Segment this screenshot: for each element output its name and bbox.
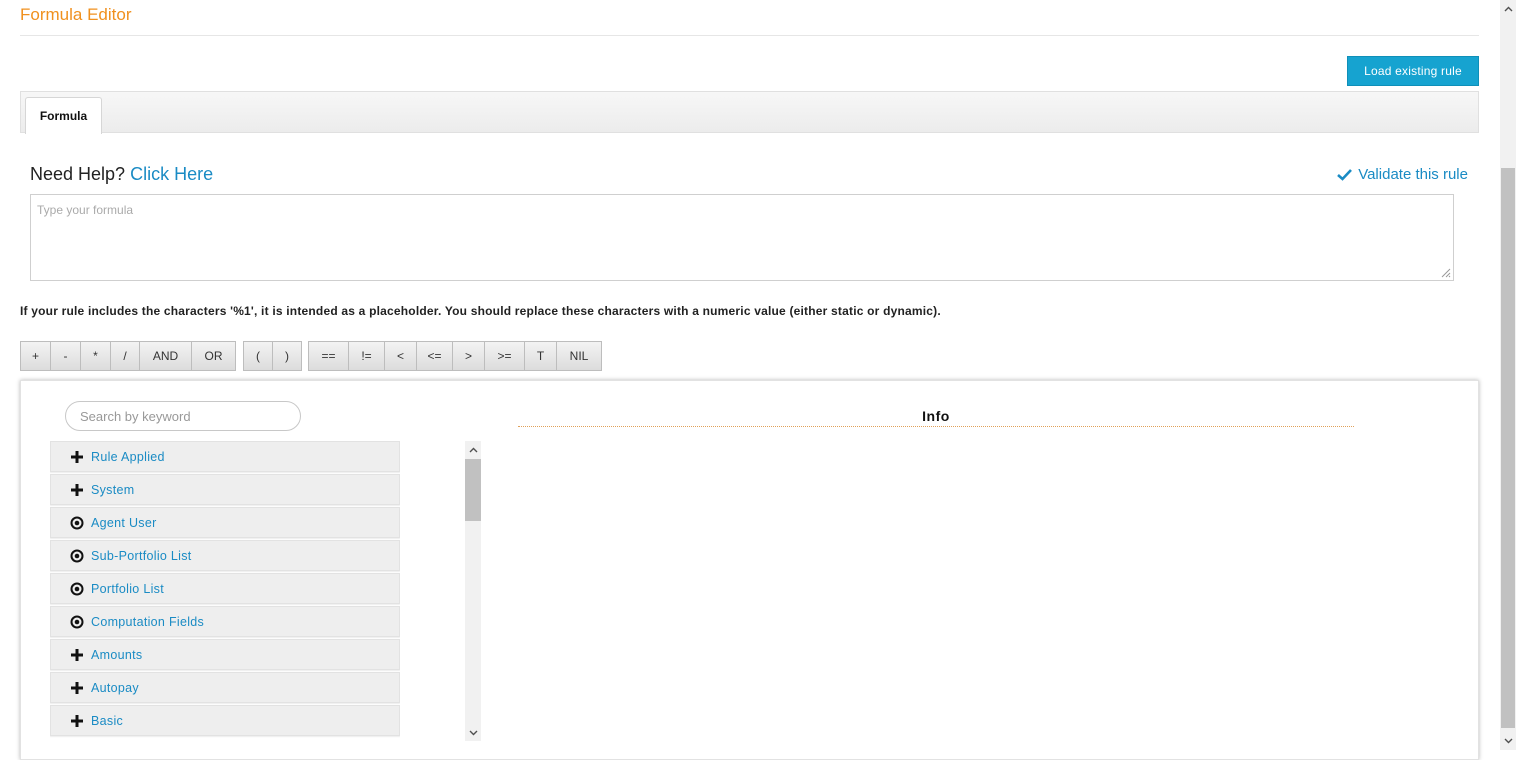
operator-open-paren-button[interactable]: (: [243, 341, 273, 371]
tree-item-portfolio-list[interactable]: Portfolio List: [50, 573, 400, 604]
operator-greater-equal-button[interactable]: >=: [484, 341, 525, 371]
page-title: Formula Editor: [20, 5, 132, 24]
plus-icon: [71, 648, 83, 661]
radio-icon: [70, 516, 84, 529]
tree-item-label: Amounts: [91, 647, 143, 662]
search-input[interactable]: [65, 401, 301, 431]
plus-icon: [71, 714, 83, 727]
tree-item-autopay[interactable]: Autopay: [50, 672, 400, 703]
formula-input[interactable]: [30, 194, 1454, 281]
radio-icon: [70, 549, 84, 562]
radio-icon: [70, 582, 84, 595]
tab-formula[interactable]: Formula: [25, 97, 102, 134]
page-scrollbar[interactable]: [1500, 0, 1516, 750]
operator-plus-button[interactable]: +: [20, 341, 51, 371]
tree-item-amounts[interactable]: Amounts: [50, 639, 400, 670]
tree-item-basic[interactable]: Basic: [50, 705, 400, 736]
operator-less-equal-button[interactable]: <=: [416, 341, 453, 371]
operator-nil-button[interactable]: NIL: [556, 341, 602, 371]
info-divider: [518, 426, 1354, 427]
title-divider: [20, 35, 1479, 36]
tree-item-sub-portfolio-list[interactable]: Sub-Portfolio List: [50, 540, 400, 571]
scroll-up-icon[interactable]: [1500, 1, 1516, 17]
tree-item-agent-user[interactable]: Agent User: [50, 507, 400, 538]
tree-item-label: Autopay: [91, 680, 139, 695]
field-tree: Rule Applied System Agent User Sub-Portf…: [50, 441, 400, 741]
tree-item-label: Sub-Portfolio List: [91, 548, 192, 563]
operator-greater-than-button[interactable]: >: [452, 341, 485, 371]
tree-item-label: Portfolio List: [91, 581, 164, 596]
placeholder-note: If your rule includes the characters '%1…: [20, 304, 941, 318]
operator-divide-button[interactable]: /: [110, 341, 140, 371]
operator-equals-button[interactable]: ==: [308, 341, 349, 371]
field-tree-scrollbar[interactable]: [465, 441, 481, 741]
validate-rule-link[interactable]: Validate this rule: [1337, 166, 1468, 183]
tree-item-label: Computation Fields: [91, 614, 205, 629]
tree-item-rule-applied[interactable]: Rule Applied: [50, 441, 400, 472]
tree-item-label: Basic: [91, 713, 124, 728]
tree-item-label: Rule Applied: [91, 449, 165, 464]
operator-multiply-button[interactable]: *: [80, 341, 111, 371]
paren-operator-group: ( ): [243, 341, 302, 371]
plus-icon: [71, 681, 83, 694]
help-link[interactable]: Click Here: [130, 164, 213, 184]
operator-minus-button[interactable]: -: [50, 341, 81, 371]
load-existing-rule-button[interactable]: Load existing rule: [1347, 56, 1479, 86]
operator-or-button[interactable]: OR: [191, 341, 236, 371]
help-prefix: Need Help?: [30, 164, 126, 184]
validate-label: Validate this rule: [1358, 166, 1468, 183]
scroll-up-icon[interactable]: [465, 442, 481, 458]
operator-true-button[interactable]: T: [524, 341, 557, 371]
scroll-down-icon[interactable]: [465, 725, 481, 741]
tree-item-computation-fields[interactable]: Computation Fields: [50, 606, 400, 637]
tree-item-label: Agent User: [91, 515, 157, 530]
resize-grip-icon[interactable]: [1441, 268, 1451, 278]
operator-close-paren-button[interactable]: ): [272, 341, 302, 371]
radio-icon: [70, 615, 84, 628]
operator-and-button[interactable]: AND: [139, 341, 192, 371]
operator-less-than-button[interactable]: <: [384, 341, 417, 371]
tree-item-label: System: [91, 482, 135, 497]
scroll-down-icon[interactable]: [1500, 733, 1516, 749]
plus-icon: [71, 483, 83, 496]
comparison-operator-group: == != < <= > >= T NIL: [308, 341, 602, 371]
arithmetic-operator-group: + - * / AND OR: [20, 341, 236, 371]
tab-bar: Formula: [20, 91, 1479, 134]
plus-icon: [71, 450, 83, 463]
operator-not-equals-button[interactable]: !=: [348, 341, 385, 371]
field-tree-scroll-thumb[interactable]: [465, 459, 481, 521]
help-text: Need Help? Click Here: [30, 164, 213, 185]
page-scroll-thumb[interactable]: [1501, 168, 1515, 728]
checkmark-icon: [1337, 169, 1353, 181]
tree-item-system[interactable]: System: [50, 474, 400, 505]
info-title: Info: [922, 408, 950, 424]
